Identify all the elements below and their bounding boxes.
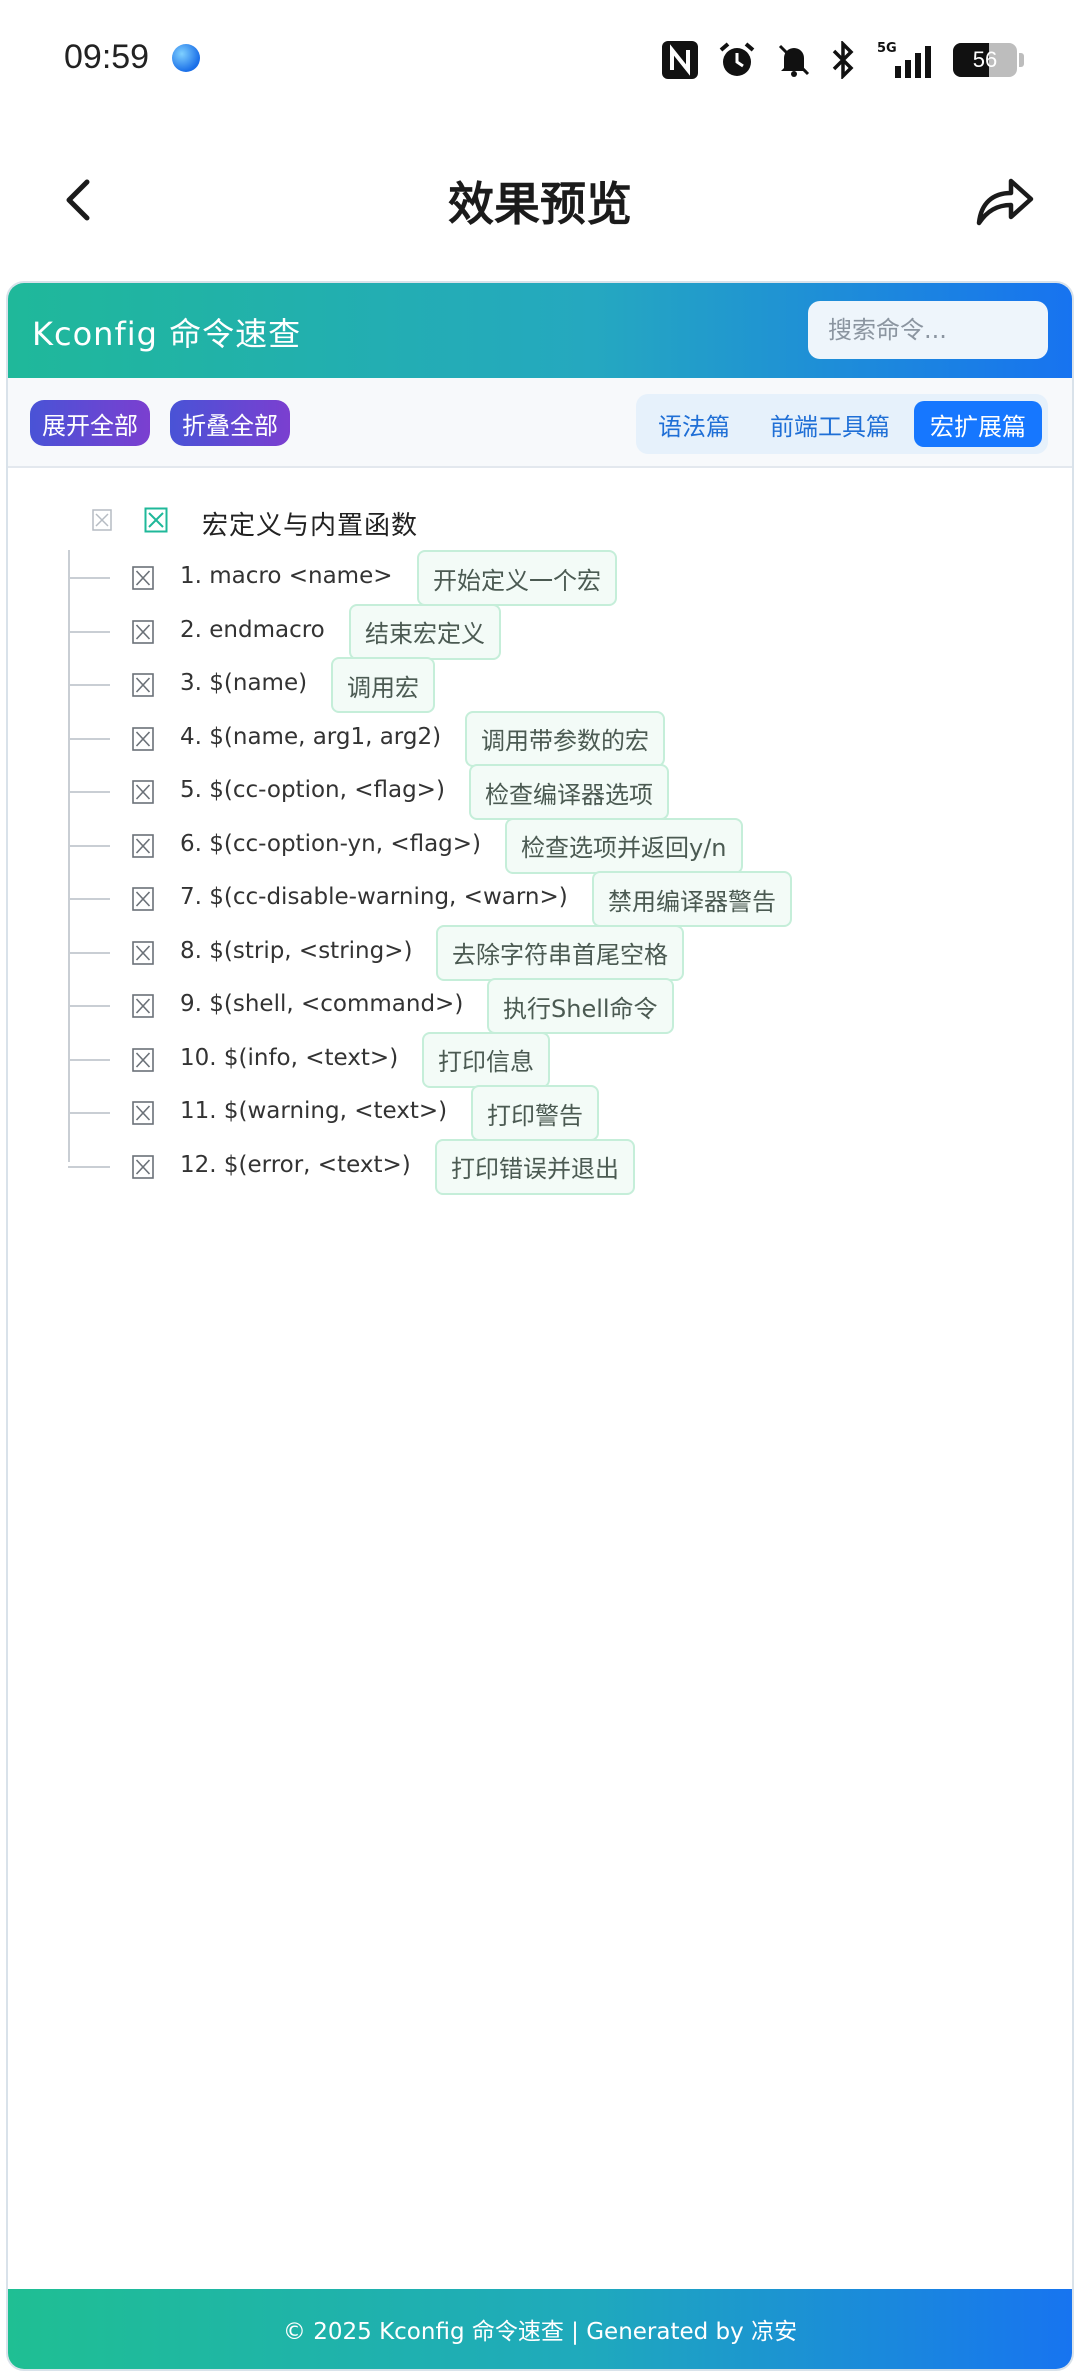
- command-description-tag: 禁用编译器警告: [592, 871, 792, 927]
- command-text: 11. $(warning, <text>): [180, 1098, 448, 1124]
- expand-all-button[interactable]: 展开全部: [30, 400, 150, 446]
- command-text: 3. $(name): [180, 670, 308, 696]
- tree-item[interactable]: 3. $(name) 调用宏: [8, 657, 1072, 713]
- tree-item[interactable]: 5. $(cc-option, <flag>) 检查编译器选项: [8, 764, 1072, 820]
- tree-item[interactable]: 6. $(cc-option-yn, <flag>) 检查选项并返回y/n: [8, 817, 1072, 874]
- app-title: Kconfig 命令速查: [32, 315, 302, 353]
- command-description-tag: 去除字符串首尾空格: [436, 924, 684, 981]
- tree-item[interactable]: 2. endmacro 结束宏定义: [8, 603, 1072, 660]
- tree-branch-line: [68, 684, 110, 686]
- share-icon: [976, 178, 1034, 226]
- status-time: 09:59: [64, 38, 150, 76]
- command-description-tag: 检查选项并返回y/n: [505, 817, 743, 874]
- command-text: 5. $(cc-option, <flag>): [180, 777, 445, 803]
- command-description-tag: 结束宏定义: [349, 603, 501, 660]
- preview-app: Kconfig 命令速查 展开全部 折叠全部 语法篇 前端工具篇 宏扩展篇 宏定…: [6, 281, 1074, 2371]
- checkbox-icon[interactable]: [132, 1154, 154, 1179]
- checkbox-icon[interactable]: [132, 619, 154, 644]
- tree-branch-line: [68, 1005, 110, 1007]
- tree-item[interactable]: 10. $(info, <text>) 打印信息: [8, 1031, 1072, 1088]
- tree-item[interactable]: 8. $(strip, <string>) 去除字符串首尾空格: [8, 924, 1072, 981]
- command-text: 8. $(strip, <string>): [180, 937, 413, 964]
- tree-item[interactable]: 1. macro <name> 开始定义一个宏: [8, 550, 1072, 606]
- share-button[interactable]: [970, 170, 1040, 230]
- command-description-tag: 检查编译器选项: [469, 764, 669, 820]
- tree-branch-line: [68, 791, 110, 793]
- status-bar: 09:59 5G 56: [0, 0, 1080, 120]
- checkbox-icon[interactable]: [132, 1047, 154, 1072]
- search-input[interactable]: [808, 301, 1048, 359]
- nfc-icon: [661, 40, 699, 80]
- app-notification-icon: [172, 44, 200, 72]
- tree-item[interactable]: 4. $(name, arg1, arg2) 调用带参数的宏: [8, 710, 1072, 767]
- battery-icon: 56: [953, 43, 1017, 77]
- checkbox-icon[interactable]: [132, 726, 154, 751]
- status-icons: 5G 56: [661, 36, 1024, 84]
- checkbox-icon[interactable]: [132, 940, 154, 965]
- command-description-tag: 打印信息: [422, 1031, 550, 1088]
- page-title: 效果预览: [448, 177, 632, 231]
- app-header: Kconfig 命令速查: [8, 283, 1072, 378]
- footer: © 2025 Kconfig 命令速查 | Generated by 凉安: [8, 2289, 1072, 2369]
- tree-root-label: 宏定义与内置函数: [202, 511, 419, 541]
- tab-syntax[interactable]: 语法篇: [642, 401, 746, 447]
- command-description-tag: 调用带参数的宏: [465, 710, 665, 767]
- command-description-tag: 调用宏: [331, 657, 435, 713]
- checkbox-icon[interactable]: [132, 994, 154, 1018]
- tree-item[interactable]: 7. $(cc-disable-warning, <warn>) 禁用编译器警告: [8, 871, 1072, 927]
- command-text: 7. $(cc-disable-warning, <warn>): [180, 884, 568, 910]
- tree-branch-line: [68, 737, 110, 740]
- tree-branch-line: [68, 951, 110, 954]
- battery-level: 56: [972, 47, 998, 72]
- mute-icon: [775, 41, 813, 79]
- tree-item[interactable]: 12. $(error, <text>) 打印错误并退出: [8, 1138, 1072, 1195]
- collapse-all-button[interactable]: 折叠全部: [170, 400, 290, 446]
- checkbox-icon[interactable]: [132, 566, 154, 590]
- tree-branch-line: [68, 577, 110, 579]
- command-text: 6. $(cc-option-yn, <flag>): [180, 830, 482, 857]
- nav-bar: 效果预览: [0, 150, 1080, 250]
- tree-root[interactable]: 宏定义与内置函数: [8, 503, 1072, 543]
- checkbox-icon[interactable]: [132, 1101, 154, 1125]
- checkbox-icon[interactable]: [144, 507, 168, 533]
- command-text: 9. $(shell, <command>): [180, 991, 464, 1017]
- checkbox-icon[interactable]: [132, 673, 154, 697]
- command-text: 1. macro <name>: [180, 563, 393, 589]
- tree-item[interactable]: 11. $(warning, <text>) 打印警告: [8, 1085, 1072, 1141]
- tree-branch-line: [68, 630, 110, 633]
- tree-branch-line: [68, 1165, 110, 1168]
- checkbox-icon[interactable]: [132, 780, 154, 804]
- checkbox-icon[interactable]: [132, 833, 154, 858]
- command-description-tag: 执行Shell命令: [487, 978, 674, 1034]
- command-description-tag: 开始定义一个宏: [417, 550, 617, 606]
- command-text: 12. $(error, <text>): [180, 1151, 411, 1178]
- tab-frontend-tools[interactable]: 前端工具篇: [754, 401, 906, 447]
- toolbar: 展开全部 折叠全部 语法篇 前端工具篇 宏扩展篇: [8, 378, 1072, 468]
- collapse-toggle-icon[interactable]: [92, 509, 114, 533]
- command-description-tag: 打印警告: [471, 1085, 599, 1141]
- category-tabs: 语法篇 前端工具篇 宏扩展篇: [636, 394, 1048, 454]
- command-text: 4. $(name, arg1, arg2): [180, 723, 442, 750]
- command-description-tag: 打印错误并退出: [435, 1138, 635, 1195]
- tree-item[interactable]: 9. $(shell, <command>) 执行Shell命令: [8, 978, 1072, 1034]
- bluetooth-icon: [831, 41, 855, 79]
- tree-branch-line: [68, 1058, 110, 1061]
- tree-branch-line: [68, 898, 110, 900]
- tree-branch-line: [68, 1112, 110, 1114]
- signal-icon: 5G: [873, 40, 935, 80]
- svg-text:5G: 5G: [877, 41, 897, 56]
- tab-macro-extension[interactable]: 宏扩展篇: [914, 401, 1042, 447]
- alarm-icon: [717, 40, 757, 80]
- checkbox-icon[interactable]: [132, 887, 154, 911]
- command-text: 2. endmacro: [180, 616, 325, 643]
- command-text: 10. $(info, <text>): [180, 1044, 399, 1071]
- tree-branch-line: [68, 844, 110, 847]
